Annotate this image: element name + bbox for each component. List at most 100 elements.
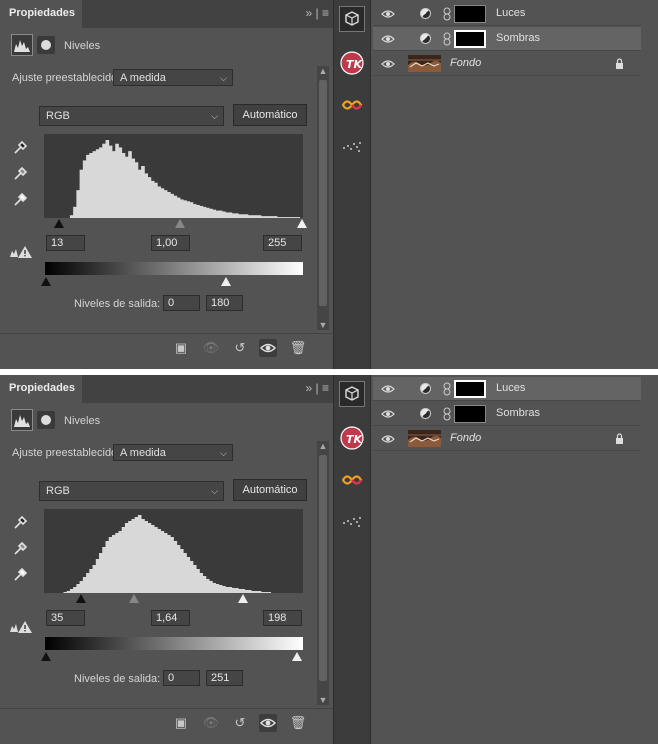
layer-mask-thumbnail[interactable] <box>454 405 486 423</box>
output-white-slider[interactable] <box>292 652 302 661</box>
input-white-slider[interactable] <box>238 594 248 603</box>
scroll-up-icon[interactable]: ▲ <box>317 441 329 451</box>
input-white-field[interactable]: 255 <box>263 235 302 251</box>
properties-tab[interactable]: Propiedades <box>0 0 82 28</box>
auto-button[interactable]: Automático <box>233 479 307 501</box>
link-icon[interactable] <box>443 7 451 21</box>
output-white-field[interactable]: 180 <box>206 295 243 311</box>
scroll-up-icon[interactable]: ▲ <box>317 66 329 76</box>
preset-dropdown[interactable]: A medida ⌵ <box>113 69 233 86</box>
clipping-warning-icon[interactable] <box>9 245 33 259</box>
input-black-slider[interactable] <box>54 219 64 228</box>
mask-icon[interactable] <box>37 36 55 54</box>
infinity-icon[interactable] <box>339 92 365 118</box>
layer-mask-thumbnail[interactable] <box>454 30 486 48</box>
white-eyedropper-icon[interactable] <box>12 192 28 208</box>
output-black-field[interactable]: 0 <box>163 295 200 311</box>
clip-to-layer-icon[interactable]: ▣ <box>172 714 190 732</box>
scroll-thumb[interactable] <box>319 80 327 306</box>
trash-icon[interactable]: 🗑 <box>289 339 307 357</box>
view-previous-icon[interactable]: 👁 <box>202 339 220 357</box>
channel-dropdown[interactable]: RGB ⌵ <box>39 106 224 126</box>
layer-thumbnail-image[interactable] <box>408 55 441 72</box>
layer-mask-thumbnail[interactable] <box>454 5 486 23</box>
input-white-slider[interactable] <box>297 219 307 228</box>
histogram-bar <box>69 589 74 593</box>
output-white-slider[interactable] <box>221 277 231 286</box>
eye-icon[interactable] <box>259 714 277 732</box>
reset-icon[interactable]: ↺ <box>231 714 249 732</box>
layer-row-fondo[interactable]: Fondo <box>373 52 641 76</box>
histogram-icon[interactable] <box>11 34 33 56</box>
cube-icon[interactable] <box>339 6 365 32</box>
histogram-bar <box>205 207 210 218</box>
clip-to-layer-icon[interactable]: ▣ <box>172 339 190 357</box>
gray-eyedropper-icon[interactable] <box>12 166 28 182</box>
tk-icon[interactable]: TK <box>339 425 365 451</box>
input-gamma-slider[interactable] <box>129 594 139 603</box>
link-icon[interactable] <box>443 382 451 396</box>
histogram-bar <box>192 565 197 593</box>
link-icon[interactable] <box>443 407 451 421</box>
eye-icon[interactable] <box>381 433 395 445</box>
layer-row-sombras[interactable]: Sombras <box>373 402 641 426</box>
input-black-field[interactable]: 13 <box>46 235 85 251</box>
layer-row-luces[interactable]: Luces <box>373 2 641 26</box>
reset-icon[interactable]: ↺ <box>231 339 249 357</box>
input-black-slider[interactable] <box>76 594 86 603</box>
layer-thumbnail-image[interactable] <box>408 430 441 447</box>
trash-icon[interactable]: 🗑 <box>289 714 307 732</box>
eye-icon[interactable] <box>381 33 395 45</box>
output-white-field[interactable]: 251 <box>206 670 243 686</box>
scatter-dots-icon[interactable] <box>339 134 365 160</box>
eye-icon[interactable] <box>381 8 395 20</box>
mask-icon[interactable] <box>37 411 55 429</box>
link-icon[interactable] <box>443 32 451 46</box>
black-eyedropper-icon[interactable] <box>12 140 28 156</box>
layer-row-luces[interactable]: Luces <box>373 377 641 401</box>
eye-icon[interactable] <box>259 339 277 357</box>
output-black-slider[interactable] <box>41 277 51 286</box>
histogram-bar <box>118 147 123 218</box>
scatter-dots-icon[interactable] <box>339 509 365 535</box>
channel-dropdown[interactable]: RGB ⌵ <box>39 481 224 501</box>
infinity-icon[interactable] <box>339 467 365 493</box>
tk-icon[interactable]: TK <box>339 50 365 76</box>
panel-menu-icon[interactable]: » | ≡ <box>306 6 329 20</box>
histogram-bar <box>150 180 155 218</box>
output-black-field[interactable]: 0 <box>163 670 200 686</box>
auto-button[interactable]: Automático <box>233 104 307 126</box>
clipping-warning-icon[interactable] <box>9 620 33 634</box>
scroll-down-icon[interactable]: ▼ <box>317 320 329 330</box>
scroll-down-icon[interactable]: ▼ <box>317 695 329 705</box>
eye-icon[interactable] <box>381 408 395 420</box>
black-eyedropper-icon[interactable] <box>12 515 28 531</box>
eye-icon[interactable] <box>381 383 395 395</box>
input-gamma-field[interactable]: 1,00 <box>151 235 190 251</box>
input-gamma-field[interactable]: 1,64 <box>151 610 190 626</box>
layer-row-fondo[interactable]: Fondo <box>373 427 641 451</box>
eye-icon[interactable] <box>381 58 395 70</box>
input-gamma-slider[interactable] <box>175 219 185 228</box>
panel-scrollbar[interactable]: ▲ ▼ <box>317 66 329 330</box>
cube-icon[interactable] <box>339 381 365 407</box>
layer-row-sombras[interactable]: Sombras <box>373 27 641 51</box>
histogram-bar <box>108 537 113 593</box>
output-black-slider[interactable] <box>41 652 51 661</box>
white-eyedropper-icon[interactable] <box>12 567 28 583</box>
panel-menu-icon[interactable]: » | ≡ <box>306 381 329 395</box>
scroll-thumb[interactable] <box>319 455 327 681</box>
histogram-icon[interactable] <box>11 409 33 431</box>
histogram-bar <box>76 584 81 593</box>
view-previous-icon[interactable]: 👁 <box>202 714 220 732</box>
layer-mask-thumbnail[interactable] <box>454 380 486 398</box>
input-white-field[interactable]: 198 <box>263 610 302 626</box>
input-black-field[interactable]: 35 <box>46 610 85 626</box>
panel-bottom-toolbar: ▣ 👁 ↺ 🗑 <box>0 333 333 362</box>
histogram-bar <box>264 592 268 593</box>
panel-scrollbar[interactable]: ▲ ▼ <box>317 441 329 705</box>
histogram-bar <box>186 201 191 218</box>
gray-eyedropper-icon[interactable] <box>12 541 28 557</box>
preset-dropdown[interactable]: A medida ⌵ <box>113 444 233 461</box>
properties-tab[interactable]: Propiedades <box>0 375 82 403</box>
